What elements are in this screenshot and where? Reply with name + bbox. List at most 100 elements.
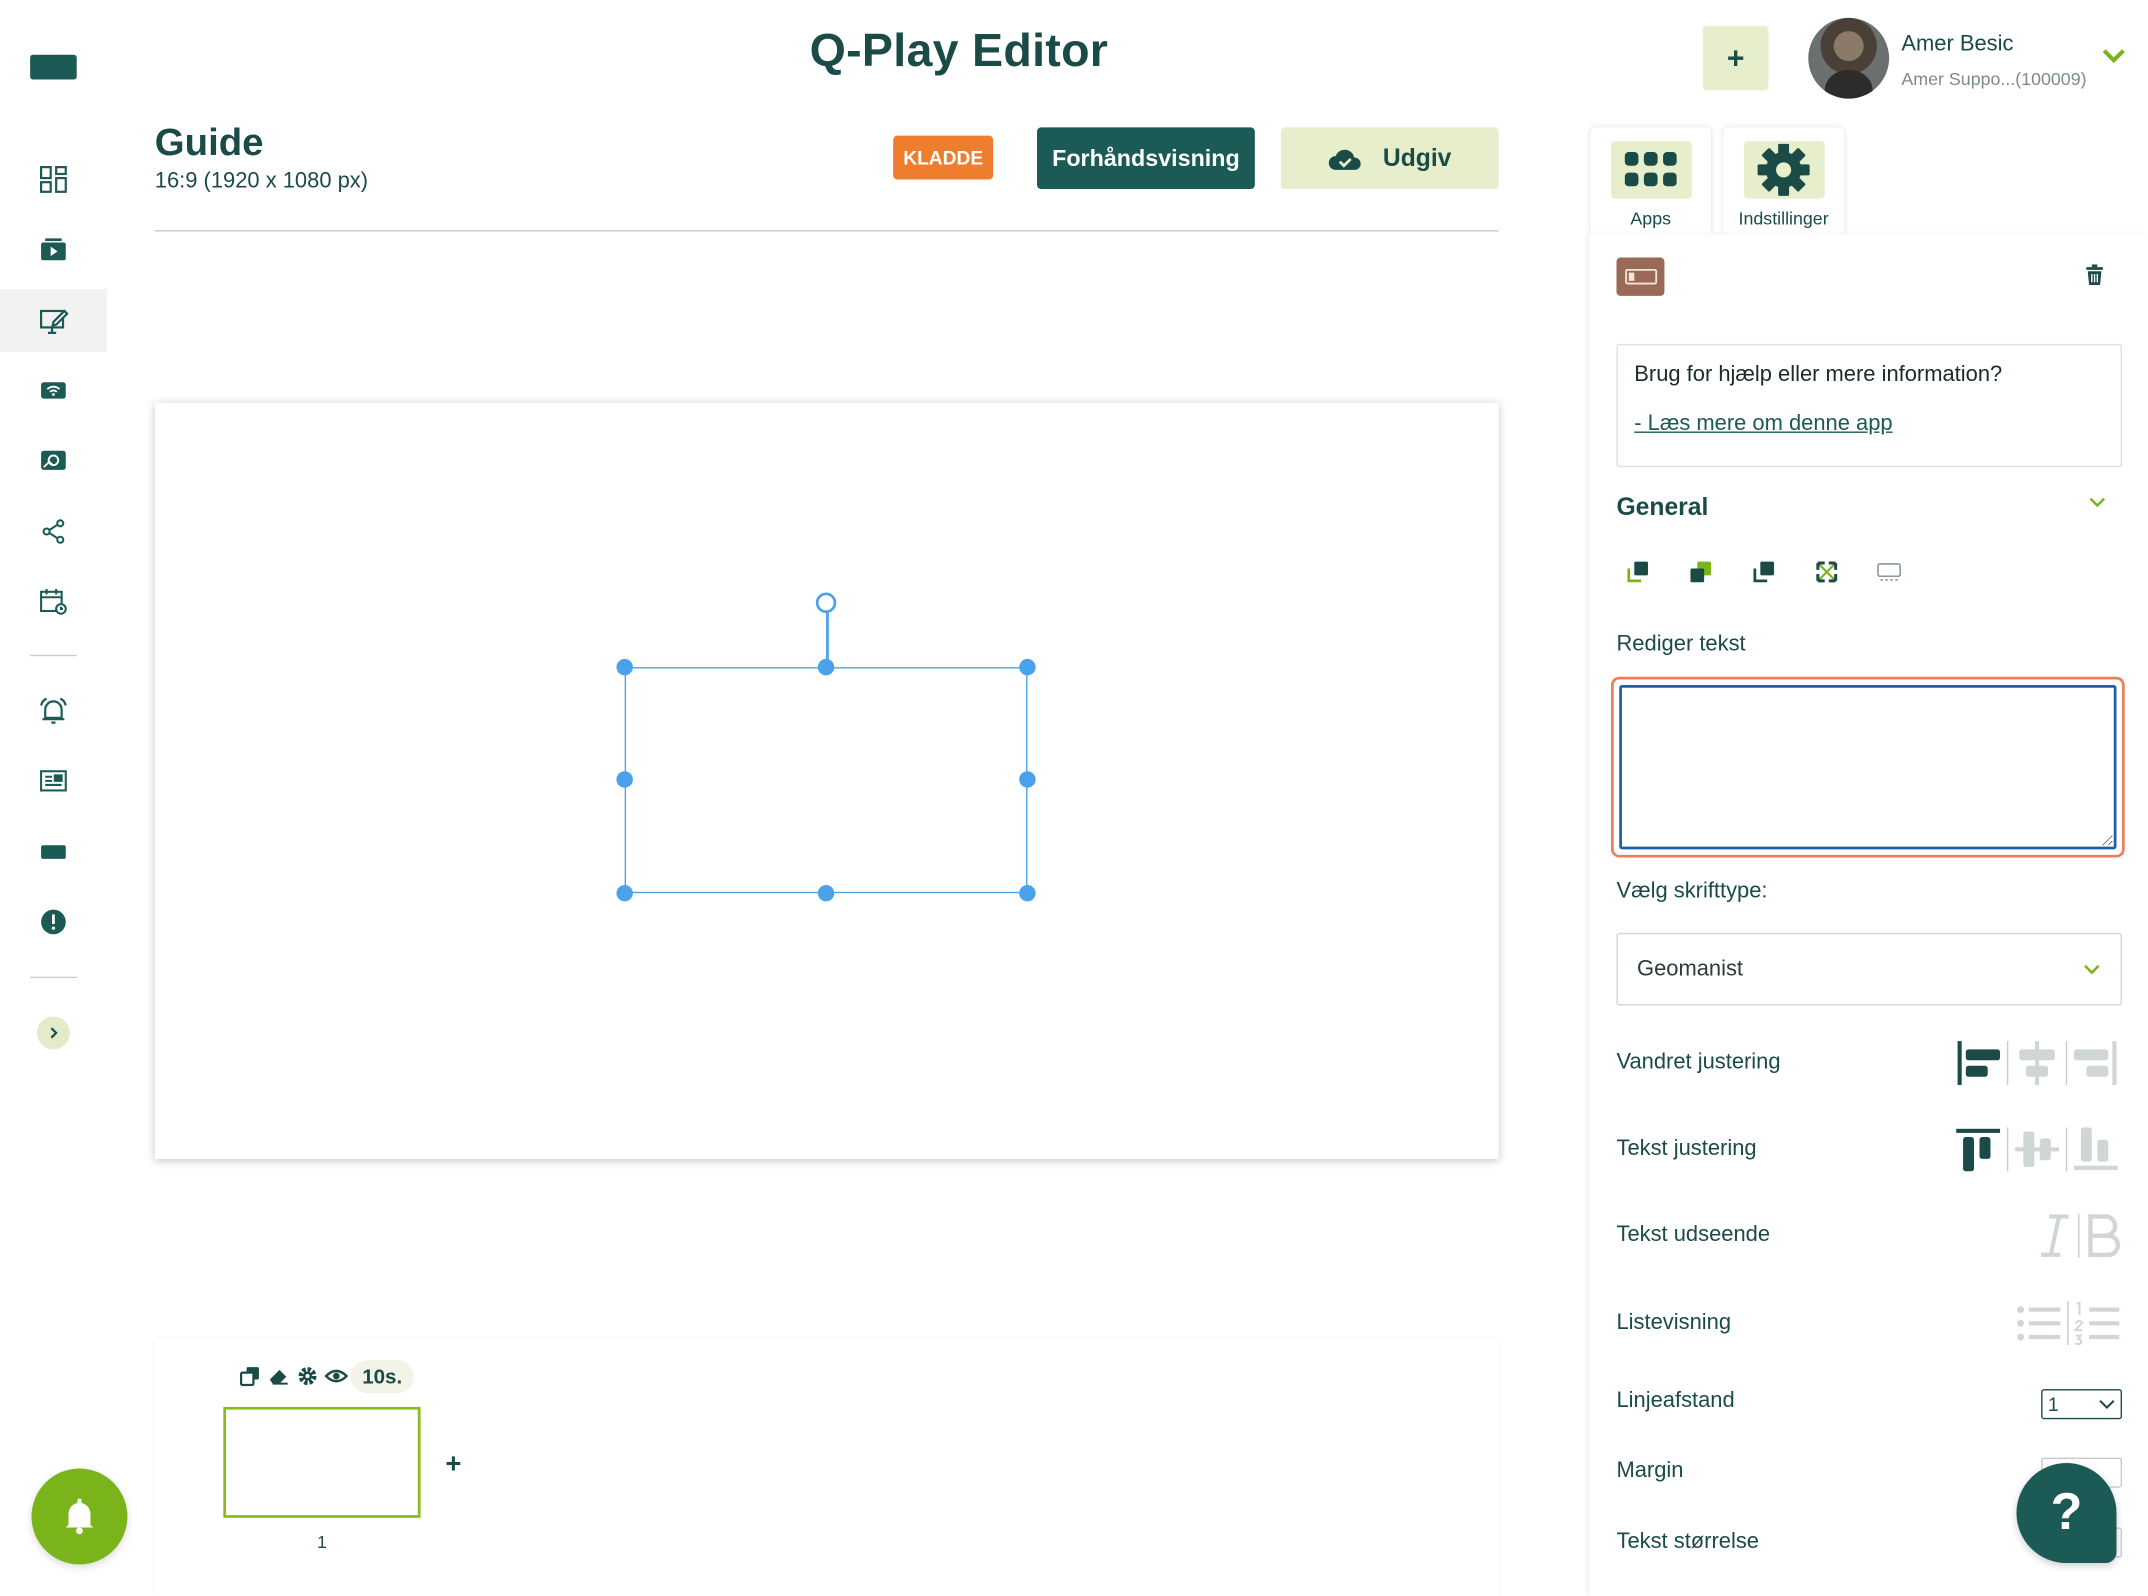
publish-button[interactable]: Udgiv — [1280, 127, 1499, 190]
section-title-general: General — [1616, 493, 1709, 521]
resize-handle-nw[interactable] — [616, 658, 633, 676]
tab-apps[interactable]: Apps — [1590, 127, 1712, 235]
selected-text-element[interactable] — [624, 667, 1028, 894]
appearance-label: Tekst udseende — [1616, 1223, 1771, 1247]
notifications-button[interactable] — [31, 1468, 128, 1565]
help-question: Brug for hjælp eller mere information? — [1634, 363, 2003, 387]
bullet-list-icon[interactable] — [2014, 1299, 2063, 1348]
apps-grid-icon — [1610, 141, 1692, 199]
tab-settings[interactable]: Indstillinger — [1723, 127, 1844, 235]
add-button[interactable]: + — [1702, 26, 1769, 91]
fullscreen-icon[interactable] — [1814, 559, 1839, 584]
list-group — [2014, 1299, 2122, 1348]
sidebar-item-news[interactable] — [0, 749, 107, 812]
divider — [2006, 1127, 2009, 1172]
align-left-icon[interactable] — [1953, 1038, 2002, 1087]
duplicate-icon[interactable] — [237, 1363, 262, 1388]
edit-text-input[interactable] — [1619, 684, 2117, 850]
send-backward-icon[interactable] — [1751, 559, 1776, 584]
resize-handle-ne[interactable] — [1019, 658, 1036, 676]
resize-handle-sw[interactable] — [616, 884, 633, 902]
eye-icon[interactable] — [323, 1363, 348, 1388]
user-account: Amer Suppo...(100009) — [1901, 68, 2087, 90]
resize-handle-n[interactable] — [817, 658, 835, 676]
v-align-label: Tekst justering — [1616, 1137, 1757, 1161]
help-box: Brug for hjælp eller mere information? -… — [1616, 343, 2122, 468]
align-center-icon[interactable] — [2012, 1038, 2061, 1087]
font-select[interactable]: Geomanist — [1616, 932, 2122, 1006]
bell-icon — [65, 1498, 94, 1535]
text-app-icon — [1616, 257, 1665, 296]
expand-sidebar-button[interactable] — [36, 1016, 70, 1050]
slide-duration[interactable]: 10s. — [350, 1360, 414, 1394]
schedule-icon — [40, 589, 67, 615]
gear-icon — [1743, 141, 1825, 199]
align-top-icon[interactable] — [1953, 1125, 2002, 1174]
logo[interactable] — [30, 54, 77, 80]
screen-icon — [41, 845, 66, 859]
eraser-icon[interactable] — [266, 1363, 291, 1388]
sidebar-item-media[interactable] — [0, 218, 107, 281]
app-info-link[interactable]: - Læs mere om denne app — [1634, 412, 1892, 437]
sidebar-divider — [30, 654, 77, 657]
divider — [2006, 1041, 2009, 1085]
media-icon — [41, 238, 66, 261]
sidebar-item-screen[interactable] — [0, 821, 107, 884]
sidebar-item-wifi-screen[interactable] — [0, 359, 107, 422]
align-right-icon[interactable] — [2071, 1038, 2120, 1087]
chevron-down-icon — [2084, 964, 2100, 974]
align-bottom-icon[interactable] — [2071, 1125, 2120, 1174]
slide-toolbar — [237, 1363, 348, 1388]
chevron-down-icon[interactable] — [2101, 47, 2126, 66]
edit-text-label: Rediger tekst — [1616, 632, 1746, 657]
wifi-screen-icon — [41, 382, 66, 399]
sidebar-item-alarm[interactable] — [0, 679, 107, 742]
sidebar-item-schedule[interactable] — [0, 570, 107, 633]
user-name[interactable]: Amer Besic — [1901, 33, 2013, 58]
bold-icon[interactable] — [2084, 1211, 2125, 1260]
sidebar-item-alert[interactable] — [0, 890, 107, 953]
slide-thumbnail[interactable] — [223, 1406, 421, 1518]
trash-icon[interactable] — [2085, 264, 2104, 286]
tab-apps-label: Apps — [1630, 208, 1672, 229]
status-badge: KLADDE — [893, 135, 994, 180]
margin-label: Margin — [1616, 1458, 1684, 1483]
sidebar-item-share[interactable] — [0, 500, 107, 563]
left-sidebar — [0, 0, 128, 1596]
sidebar-item-editor[interactable] — [0, 289, 107, 353]
app-title: Q-Play Editor — [809, 24, 1109, 77]
resize-handle-se[interactable] — [1019, 884, 1036, 902]
help-button[interactable]: ? — [2016, 1463, 2117, 1564]
resize-handle-s[interactable] — [817, 884, 835, 902]
divider — [154, 230, 1499, 232]
rotate-handle[interactable] — [815, 592, 837, 614]
align-middle-icon[interactable] — [2012, 1125, 2061, 1174]
resize-handle-e[interactable] — [1019, 771, 1036, 788]
bring-to-front-icon[interactable] — [1688, 559, 1713, 584]
text-size-label: Tekst størrelse — [1616, 1530, 1759, 1554]
chevron-right-icon — [50, 1027, 58, 1039]
share-icon — [42, 519, 65, 544]
line-spacing-select[interactable]: 1 — [2041, 1389, 2122, 1420]
sidebar-item-gallery[interactable] — [0, 429, 107, 492]
preview-button[interactable]: Forhåndsvisning — [1037, 127, 1255, 190]
editor-canvas[interactable] — [154, 402, 1499, 1159]
gallery-icon — [41, 450, 66, 470]
avatar[interactable] — [1808, 17, 1890, 99]
add-slide-button[interactable]: + — [440, 1449, 467, 1479]
numbered-list-icon[interactable] — [2073, 1299, 2122, 1348]
settings-panel: Brug for hjælp eller mere information? -… — [1589, 234, 2148, 1596]
bring-forward-icon[interactable] — [1625, 559, 1650, 584]
gear-icon[interactable] — [295, 1363, 320, 1388]
tab-settings-label: Indstillinger — [1738, 208, 1829, 229]
line-spacing-label: Linjeafstand — [1616, 1389, 1735, 1413]
resize-handle-w[interactable] — [616, 771, 633, 788]
display-size-icon[interactable] — [1877, 559, 1902, 584]
chevron-down-icon[interactable] — [2088, 496, 2107, 510]
slide-number: 1 — [316, 1531, 327, 1553]
italic-icon[interactable] — [2036, 1211, 2074, 1260]
sidebar-item-dashboard[interactable] — [0, 148, 107, 211]
publish-label: Udgiv — [1382, 143, 1452, 172]
v-align-group — [1953, 1125, 2120, 1174]
alert-icon — [41, 909, 66, 935]
